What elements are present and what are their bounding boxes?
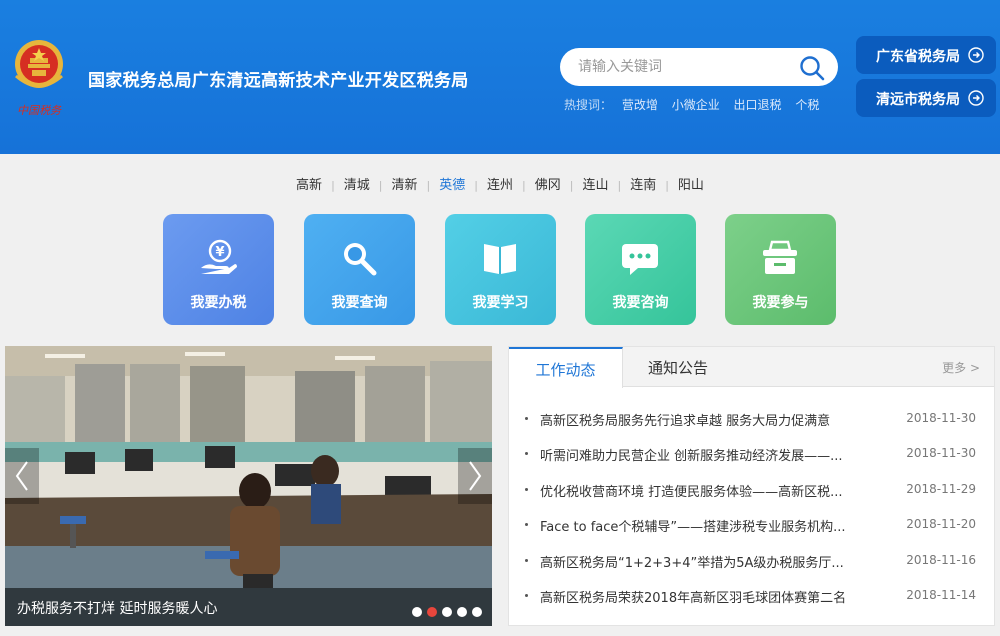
news-panel: 工作动态 通知公告 更多 > 高新区税务局服务先行追求卓越 服务大局力促满意 2… (508, 346, 995, 626)
site-header: 中国税务 国家税务总局广东清远高新技术产业开发区税务局 热搜词： 营改增 小微企… (0, 0, 1000, 154)
chat-bubble-icon (622, 244, 658, 275)
carousel-prev-button[interactable] (5, 448, 39, 504)
county-link-fogang[interactable]: 佛冈 (526, 174, 570, 193)
hot-search-row: 热搜词： 营改增 小微企业 出口退税 个税 (564, 96, 829, 113)
tile-label: 我要办税 (190, 295, 247, 311)
hot-search-link[interactable]: 个税 (795, 98, 819, 112)
county-link-liannan[interactable]: 连南 (621, 174, 665, 193)
search-input[interactable] (578, 56, 788, 78)
county-link-lianshan[interactable]: 连山 (573, 174, 617, 193)
book-icon (484, 244, 516, 274)
bullet-dot (525, 417, 528, 420)
bullet-dot (525, 523, 528, 526)
county-link-yangshan[interactable]: 阳山 (669, 174, 713, 193)
carousel-dots (407, 602, 482, 621)
carousel-dot[interactable] (442, 607, 452, 617)
news-tabs: 工作动态 通知公告 更多 > (509, 347, 994, 388)
county-link-yingde[interactable]: 英德 (430, 174, 474, 193)
news-title[interactable]: 高新区税务局服务先行追求卓越 服务大局力促满意 (540, 410, 890, 429)
magnifier-icon (344, 243, 377, 276)
hot-search-label: 热搜词： (564, 98, 613, 112)
news-title[interactable]: 高新区税务局“1+2+3+4”举措为5A级办税服务厅... (540, 552, 890, 571)
news-title[interactable]: 高新区税务局荣获2018年高新区羽毛球团体赛第二名 (540, 587, 890, 606)
region-button-label: 清远市税务局 (876, 92, 960, 108)
carousel-dot[interactable] (427, 607, 437, 617)
tile-label: 我要咨询 (612, 295, 669, 311)
news-title[interactable]: 优化税收营商环境 打造便民服务体验——高新区税... (540, 481, 890, 500)
news-title[interactable]: Face to face个税辅导”——搭建涉税专业服务机构... (540, 516, 890, 535)
bullet-dot (525, 559, 528, 562)
search-box (560, 48, 838, 86)
tab-work-updates[interactable]: 工作动态 (509, 347, 623, 388)
tile-label: 我要学习 (472, 295, 529, 311)
county-link-lianzhou[interactable]: 连州 (478, 174, 522, 193)
news-date: 2018-11-16 (906, 553, 976, 567)
carousel-dot[interactable] (412, 607, 422, 617)
search-icon[interactable] (798, 54, 826, 82)
carousel-photo (5, 346, 492, 626)
arrow-right-circle-icon (968, 90, 984, 106)
service-tile-learn[interactable]: 我要学习 (445, 214, 556, 325)
county-link-qingxin[interactable]: 清新 (383, 174, 427, 193)
carousel-caption[interactable]: 办税服务不打烊 延时服务暖人心 (17, 598, 217, 618)
bullet-dot (525, 488, 528, 491)
svg-text:¥: ¥ (215, 245, 224, 260)
tax-payment-icon: ¥ (201, 239, 237, 274)
bullet-dot (525, 452, 528, 455)
county-link-qingcheng[interactable]: 清城 (335, 174, 379, 193)
tab-notices[interactable]: 通知公告 (623, 347, 733, 387)
carousel-dot[interactable] (472, 607, 482, 617)
tab-label: 通知公告 (647, 359, 708, 377)
arrow-right-circle-icon (968, 47, 984, 63)
list-item[interactable]: 优化税收营商环境 打造便民服务体验——高新区税... 2018-11-29 (509, 474, 994, 504)
county-link-gaoxin[interactable]: 高新 (287, 174, 331, 193)
chevron-right-icon (469, 461, 482, 491)
carousel-next-button[interactable] (458, 448, 492, 504)
hot-search-link[interactable]: 出口退税 (734, 98, 782, 112)
service-tile-query[interactable]: 我要查询 (304, 214, 415, 325)
service-tile-participate[interactable]: 我要参与 (725, 214, 836, 325)
chevron-left-icon (15, 461, 28, 491)
list-item[interactable]: 高新区税务局服务先行追求卓越 服务大局力促满意 2018-11-30 (509, 403, 994, 433)
carousel-caption-bar: 办税服务不打烊 延时服务暖人心 (5, 588, 492, 626)
tile-label: 我要参与 (752, 295, 809, 311)
region-button-label: 广东省税务局 (876, 49, 960, 65)
news-carousel[interactable]: 办税服务不打烊 延时服务暖人心 (5, 346, 492, 626)
list-item[interactable]: Face to face个税辅导”——搭建涉税专业服务机构... 2018-11… (509, 509, 994, 539)
more-link[interactable]: 更多 > (942, 359, 980, 376)
news-date: 2018-11-30 (906, 446, 976, 460)
news-title[interactable]: 听需问难助力民营企业 创新服务推动经济发展——... (540, 445, 890, 464)
county-nav: 高新 | 清城 | 清新 | 英德 | 连州 | 佛冈 | 连山 | 连南 | 阳山 (0, 174, 1000, 193)
list-item[interactable]: 高新区税务局“1+2+3+4”举措为5A级办税服务厅... 2018-11-16 (509, 545, 994, 575)
news-date: 2018-11-20 (906, 517, 976, 531)
service-tile-consult[interactable]: 我要咨询 (585, 214, 696, 325)
bullet-dot (525, 594, 528, 597)
hot-search-link[interactable]: 小微企业 (672, 98, 720, 112)
tile-label: 我要查询 (331, 295, 388, 311)
qingyuan-tax-bureau-button[interactable]: 清远市税务局 (856, 79, 996, 117)
service-tile-tax-filing[interactable]: ¥ 我要办税 (163, 214, 274, 325)
national-emblem-logo[interactable]: 中国税务 (8, 36, 70, 120)
news-date: 2018-11-30 (906, 411, 976, 425)
carousel-dot[interactable] (457, 607, 467, 617)
news-date: 2018-11-29 (906, 482, 976, 496)
emblem-text: 中国税务 (17, 104, 62, 117)
ballot-box-icon (763, 240, 797, 274)
list-item[interactable]: 听需问难助力民营企业 创新服务推动经济发展——... 2018-11-30 (509, 438, 994, 468)
hot-search-link[interactable]: 营改增 (622, 98, 658, 112)
news-date: 2018-11-14 (906, 588, 976, 602)
list-item[interactable]: 高新区税务局荣获2018年高新区羽毛球团体赛第二名 2018-11-14 (509, 580, 994, 610)
site-title: 国家税务总局广东清远高新技术产业开发区税务局 (88, 71, 469, 91)
tab-label: 工作动态 (535, 361, 596, 379)
guangdong-tax-bureau-button[interactable]: 广东省税务局 (856, 36, 996, 74)
